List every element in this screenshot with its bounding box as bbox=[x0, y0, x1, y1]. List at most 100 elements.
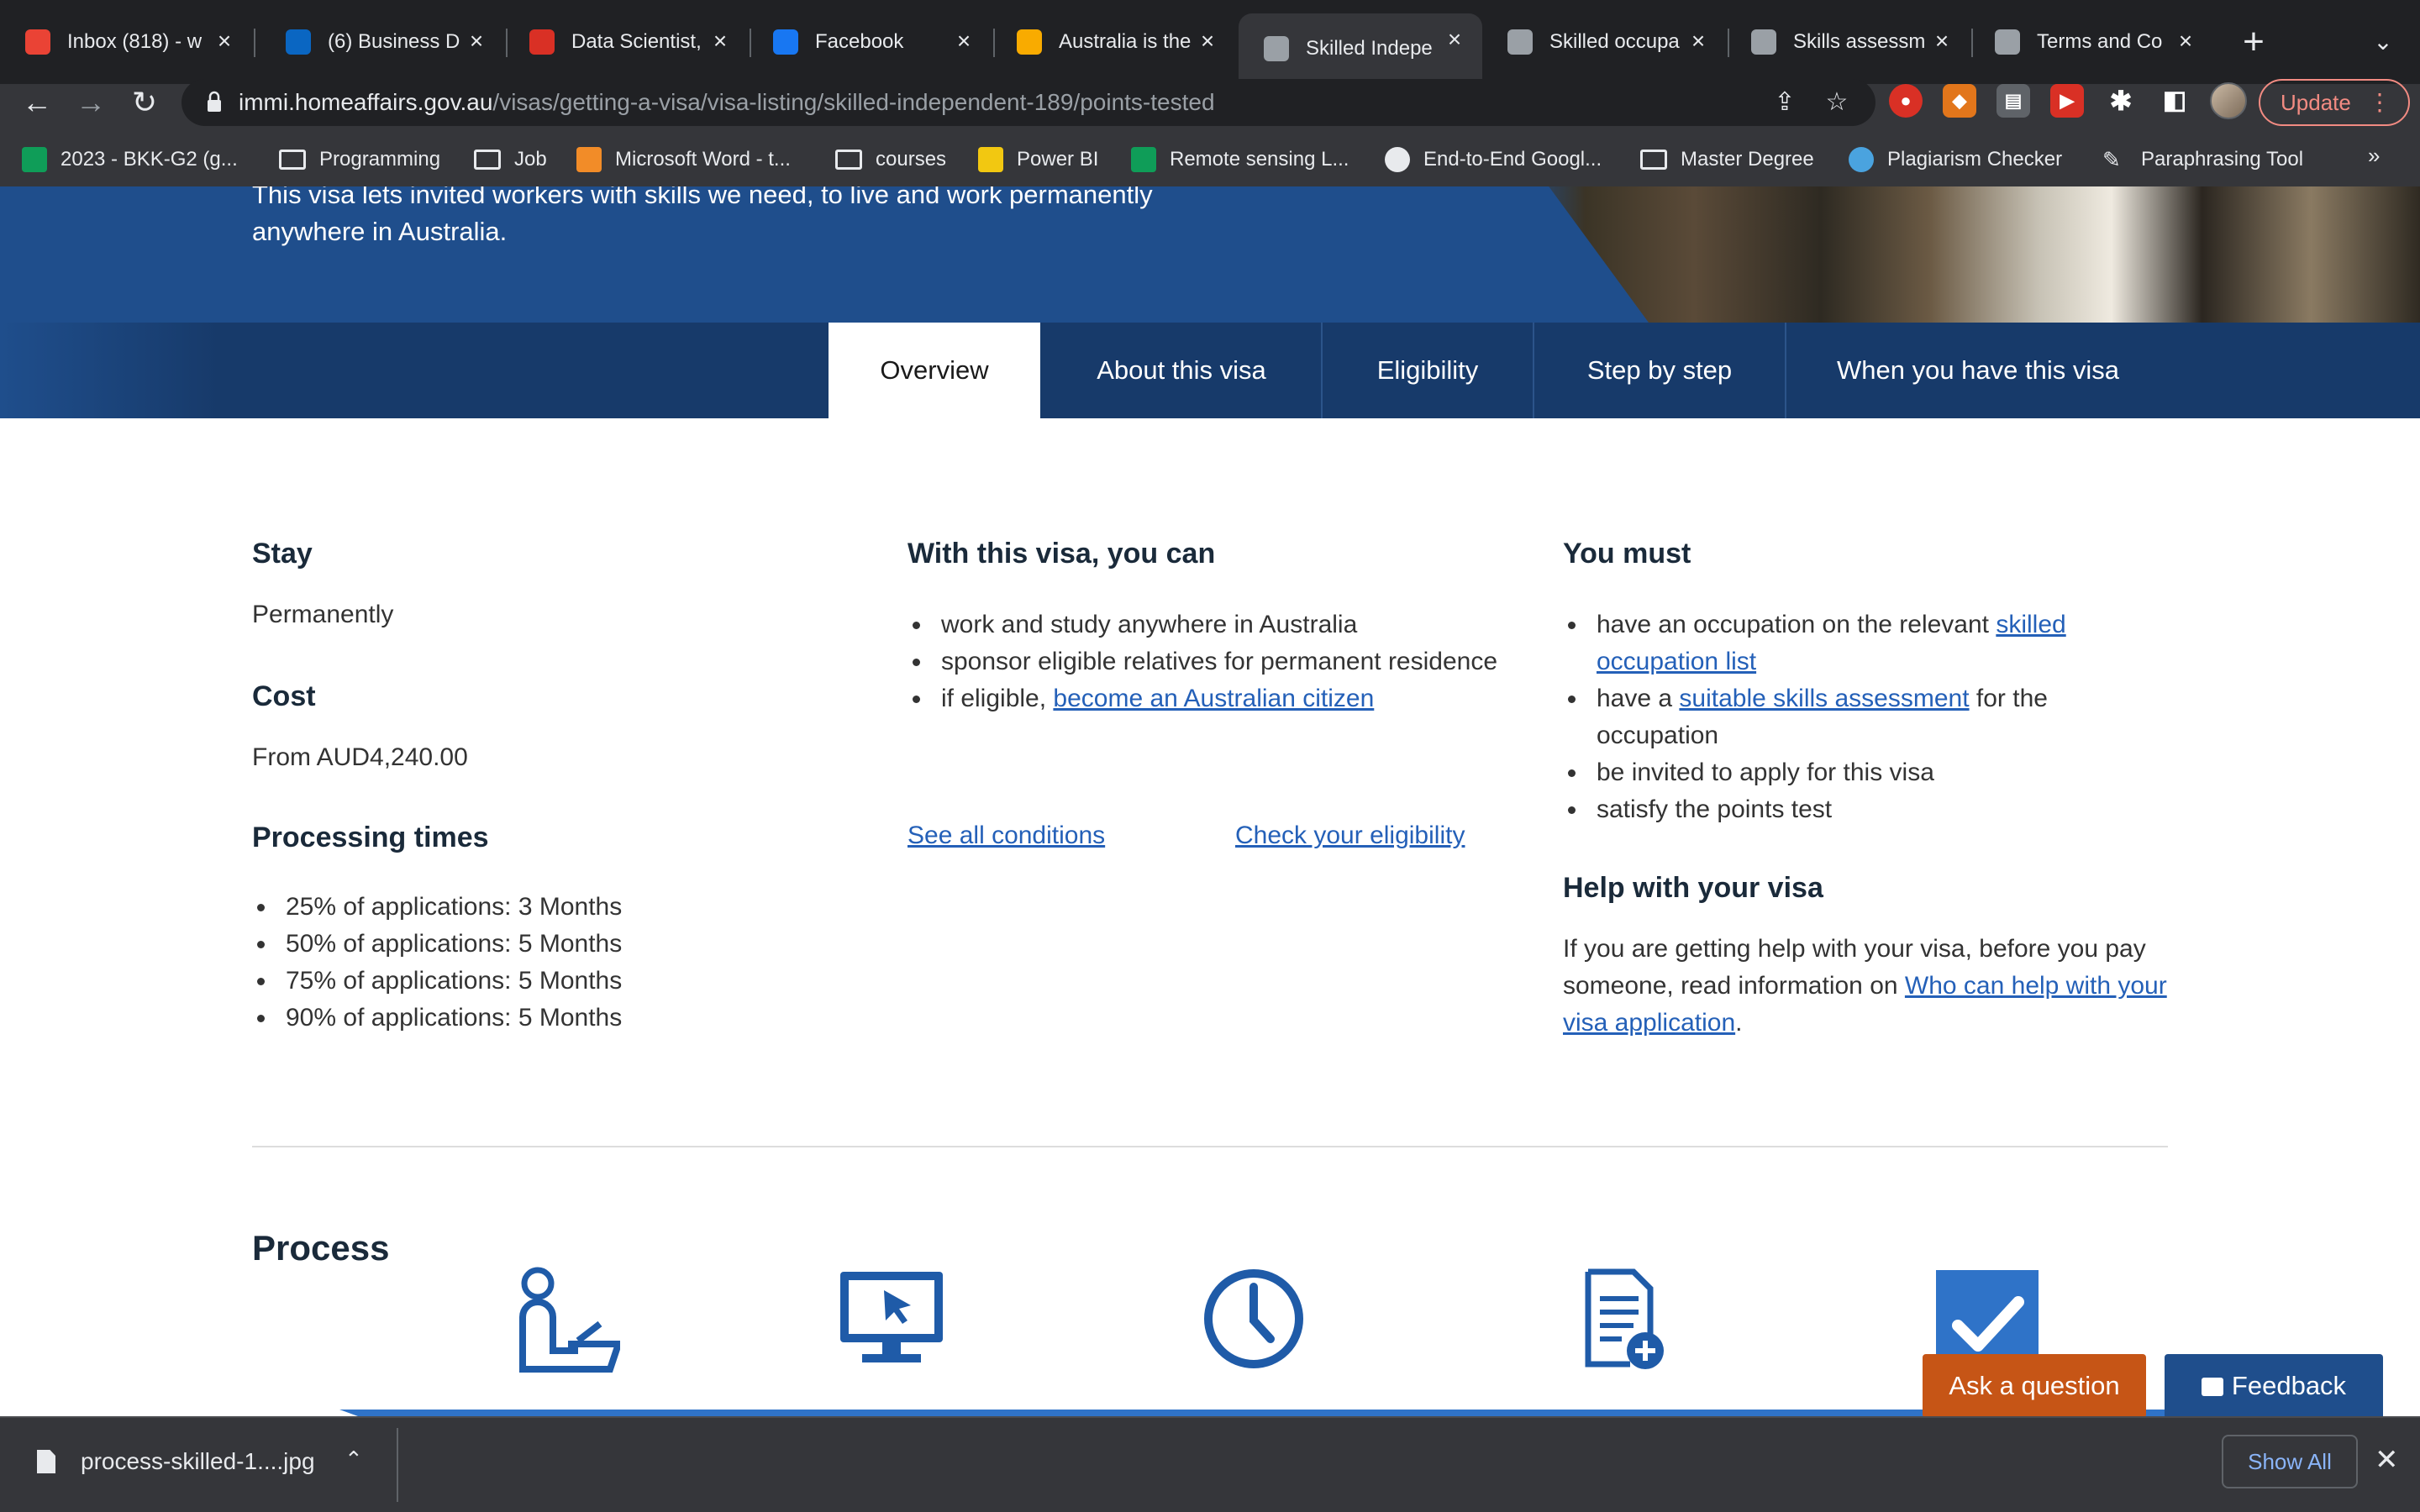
browser-tab[interactable]: Australia is the × bbox=[992, 15, 1235, 69]
file-icon bbox=[37, 1450, 55, 1473]
item-text: if eligible, bbox=[941, 685, 1054, 712]
metamask-fox-icon[interactable]: ◆ bbox=[1943, 84, 1976, 118]
browser-tab[interactable]: Skilled occupa × bbox=[1482, 15, 1726, 69]
list-item: 50% of applications: 5 Months bbox=[252, 926, 840, 963]
skills-assessment-link[interactable]: suitable skills assessment bbox=[1679, 685, 1969, 712]
bookmark-star-icon[interactable]: ☆ bbox=[1820, 86, 1854, 119]
bookmark-item[interactable]: Remote sensing L... bbox=[1131, 143, 1349, 176]
close-download-bar-icon[interactable]: ✕ bbox=[2375, 1443, 2399, 1477]
bookmark-item[interactable]: Plagiarism Checker bbox=[1849, 143, 2062, 176]
close-tab-icon[interactable]: × bbox=[1195, 29, 1220, 54]
list-item: sponsor eligible relatives for permanent… bbox=[908, 643, 1529, 680]
close-tab-icon[interactable]: × bbox=[1442, 27, 1467, 52]
globe-icon bbox=[1385, 147, 1410, 172]
reload-icon[interactable]: ↻ bbox=[124, 82, 165, 123]
browser-tab[interactable]: (6) Business D × bbox=[260, 15, 504, 69]
tab-separator bbox=[254, 29, 255, 57]
help-text-end: . bbox=[1735, 1009, 1743, 1037]
forward-arrow-icon[interactable]: → bbox=[71, 82, 111, 123]
bookmark-label: End-to-End Googl... bbox=[1423, 148, 1602, 171]
hero-tree-photo bbox=[1549, 186, 2420, 323]
url-text[interactable]: immi.homeaffairs.gov.au/visas/getting-a-… bbox=[239, 87, 1215, 118]
side-panel-icon[interactable]: ◧ bbox=[2158, 84, 2191, 118]
bookmark-label: Master Degree bbox=[1681, 148, 1814, 171]
lock-icon[interactable] bbox=[207, 91, 222, 113]
tab-overview[interactable]: Overview bbox=[829, 323, 1040, 418]
bookmarks-overflow-chevron-icon[interactable]: » bbox=[2368, 143, 2380, 169]
processing-times-heading: Processing times bbox=[252, 822, 489, 853]
extension-red-icon[interactable]: ● bbox=[1889, 84, 1923, 118]
ask-a-question-button[interactable]: Ask a question bbox=[1923, 1354, 2146, 1418]
list-item: work and study anywhere in Australia bbox=[908, 606, 1529, 643]
bookmark-item[interactable]: End-to-End Googl... bbox=[1385, 143, 1602, 176]
bookmark-label: Plagiarism Checker bbox=[1887, 148, 2063, 171]
close-tab-icon[interactable]: × bbox=[708, 29, 733, 54]
requirements-list: have an occupation on the relevant skill… bbox=[1563, 606, 2084, 828]
list-item: 90% of applications: 5 Months bbox=[252, 1000, 840, 1037]
video-extension-icon[interactable]: ▶ bbox=[2050, 84, 2084, 118]
see-all-conditions-link[interactable]: See all conditions bbox=[908, 822, 1105, 850]
browser-tab[interactable]: Data Scientist, × bbox=[504, 15, 748, 69]
bookmark-item[interactable]: Power BI bbox=[978, 143, 1098, 176]
back-arrow-icon[interactable]: ← bbox=[17, 82, 57, 123]
speech-bubble-icon bbox=[2201, 1378, 2223, 1396]
show-all-button[interactable]: Show All bbox=[2222, 1435, 2358, 1488]
tab-eligibility[interactable]: Eligibility bbox=[1323, 323, 1533, 418]
gmail-icon bbox=[25, 29, 50, 55]
close-tab-icon[interactable]: × bbox=[212, 29, 237, 54]
close-tab-icon[interactable]: × bbox=[951, 29, 976, 54]
bookmark-item[interactable]: ✎ Paraphrasing Tool bbox=[2102, 143, 2303, 176]
browser-tab[interactable]: Inbox (818) - w × bbox=[0, 15, 252, 69]
powerbi-icon bbox=[978, 147, 1003, 172]
process-heading: Process bbox=[252, 1228, 390, 1268]
bookmark-item[interactable]: Programming bbox=[279, 143, 440, 176]
close-tab-icon[interactable]: × bbox=[2173, 29, 2198, 54]
shield-icon bbox=[529, 29, 555, 55]
bookmark-item[interactable]: courses bbox=[835, 143, 946, 176]
share-icon[interactable]: ⇪ bbox=[1768, 86, 1802, 119]
bookmark-item[interactable]: Job bbox=[474, 143, 547, 176]
download-file-name[interactable]: process-skilled-1....jpg bbox=[81, 1448, 315, 1475]
linkedin-icon bbox=[286, 29, 311, 55]
bookmark-label: courses bbox=[876, 148, 947, 171]
browser-tab[interactable]: Skilled Indepe × bbox=[1239, 13, 1482, 84]
tab-step-by-step[interactable]: Step by step bbox=[1534, 323, 1785, 418]
list-item: satisfy the points test bbox=[1563, 791, 2084, 828]
close-tab-icon[interactable]: × bbox=[1929, 29, 1954, 54]
folder-icon bbox=[279, 150, 306, 170]
bookmark-label: Job bbox=[514, 148, 547, 171]
check-eligibility-link[interactable]: Check your eligibility bbox=[1235, 822, 1465, 850]
tab-about-this-visa[interactable]: About this visa bbox=[1042, 323, 1321, 418]
tab-when-you-have-this-visa[interactable]: When you have this visa bbox=[1786, 323, 2170, 418]
bookmark-item[interactable]: 2023 - BKK-G2 (g... bbox=[22, 143, 238, 176]
you-must-heading: You must bbox=[1563, 538, 1691, 570]
puzzle-extensions-icon[interactable]: ✱ bbox=[2104, 84, 2138, 118]
tab-search-chevron-icon[interactable]: ⌄ bbox=[2365, 24, 2402, 60]
bookmark-label: Paraphrasing Tool bbox=[2141, 148, 2304, 171]
become-citizen-link[interactable]: become an Australian citizen bbox=[1053, 685, 1374, 712]
browser-tab[interactable]: Terms and Co × bbox=[1970, 15, 2213, 69]
browser-tab[interactable]: Skills assessm × bbox=[1726, 15, 1970, 69]
crest-icon bbox=[1751, 29, 1776, 55]
new-tab-button[interactable]: + bbox=[2232, 20, 2275, 64]
list-item: be invited to apply for this visa bbox=[1563, 754, 2084, 791]
list-item: if eligible, become an Australian citize… bbox=[908, 680, 1529, 717]
hero-left-shade bbox=[0, 323, 218, 418]
browser-tab[interactable]: Facebook × bbox=[748, 15, 992, 69]
feedback-button[interactable]: Feedback bbox=[2165, 1354, 2383, 1418]
update-button[interactable]: Update ⋮ bbox=[2259, 79, 2410, 126]
bookmark-item[interactable]: Master Degree bbox=[1640, 143, 1814, 176]
download-options-chevron-icon[interactable]: ⌃ bbox=[345, 1446, 363, 1473]
bookmark-item[interactable]: Microsoft Word - t... bbox=[576, 143, 791, 176]
printer-icon[interactable]: ▤ bbox=[1996, 84, 2030, 118]
list-item: 25% of applications: 3 Months bbox=[252, 889, 840, 926]
crest-icon bbox=[1264, 36, 1289, 61]
process-timeline-bar bbox=[339, 1410, 2188, 1416]
folder-icon bbox=[835, 150, 862, 170]
sheets-icon bbox=[22, 147, 47, 172]
close-tab-icon[interactable]: × bbox=[464, 29, 489, 54]
close-tab-icon[interactable]: × bbox=[1686, 29, 1711, 54]
profile-avatar[interactable] bbox=[2210, 82, 2247, 119]
processing-times-list: 25% of applications: 3 Months 50% of app… bbox=[252, 889, 840, 1037]
download-separator bbox=[397, 1428, 398, 1502]
